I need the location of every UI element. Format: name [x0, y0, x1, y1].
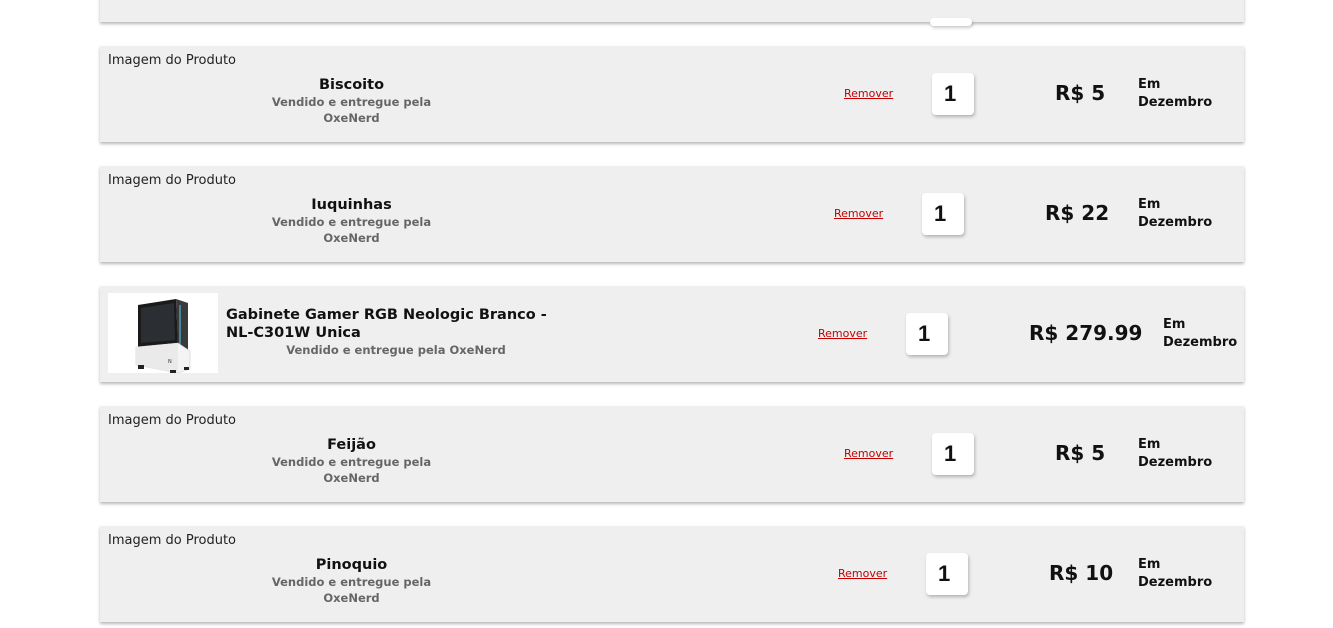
quantity-box-partial — [930, 18, 972, 26]
product-seller: Vendido e entregue pela OxeNerd — [271, 575, 432, 605]
product-price: R$ 5 — [1055, 441, 1106, 465]
quantity-input[interactable]: 1 — [932, 73, 974, 115]
product-name: Feijão — [327, 437, 376, 453]
quantity-input[interactable]: 1 — [922, 193, 964, 235]
product-info: Gabinete Gamer RGB Neologic Branco - NL-… — [226, 306, 566, 358]
quantity-input[interactable]: 1 — [926, 553, 968, 595]
quantity-input[interactable]: 1 — [906, 313, 948, 355]
pc-case-icon: N — [108, 293, 218, 374]
product-name: Pinoquio — [315, 557, 388, 573]
product-seller: Vendido e entregue pela OxeNerd — [271, 95, 432, 125]
product-image: Imagem do Produto — [108, 173, 237, 188]
product-seller: Vendido e entregue pela OxeNerd — [271, 215, 432, 245]
product-price: R$ 22 — [1045, 201, 1110, 225]
product-name: Iuquinhas — [311, 197, 392, 213]
product-image: Imagem do Produto — [108, 53, 237, 68]
product-seller: Vendido e entregue pela OxeNerd — [271, 455, 432, 485]
product-info: Iuquinhas Vendido e entregue pela OxeNer… — [250, 196, 453, 246]
remove-button[interactable]: Remover — [844, 447, 893, 460]
cart-page: Imagem do Produto Biscoito Vendido e ent… — [0, 0, 1333, 628]
remove-button[interactable]: Remover — [838, 567, 887, 580]
product-image: Imagem do Produto — [108, 413, 237, 428]
svg-text:N: N — [168, 359, 172, 365]
delivery-estimate: Em Dezembro — [1163, 317, 1238, 350]
remove-button[interactable]: Remover — [818, 327, 867, 340]
delivery-estimate: Em Dezembro — [1138, 557, 1213, 590]
product-price: R$ 10 — [1049, 561, 1114, 585]
product-info: Feijão Vendido e entregue pela OxeNerd — [250, 436, 453, 486]
remove-button[interactable]: Remover — [844, 87, 893, 100]
delivery-estimate: Em Dezembro — [1138, 437, 1213, 470]
product-price: R$ 5 — [1055, 81, 1106, 105]
cart-item: Imagem do Produto Feijão Vendido e entre… — [100, 406, 1244, 502]
delivery-estimate: Em Dezembro — [1138, 197, 1213, 230]
product-info: Pinoquio Vendido e entregue pela OxeNerd — [250, 556, 453, 606]
cart-item: N Gabinete Gamer RGB Neologic Branco - N… — [100, 286, 1244, 382]
product-seller: Vendido e entregue pela OxeNerd — [286, 343, 506, 357]
product-name: Gabinete Gamer RGB Neologic Branco - NL-… — [226, 307, 547, 341]
quantity-input[interactable]: 1 — [932, 433, 974, 475]
product-image: N — [108, 293, 218, 374]
delivery-estimate: Em Dezembro — [1138, 77, 1213, 110]
cart-item: Imagem do Produto Biscoito Vendido e ent… — [100, 46, 1244, 142]
product-name: Biscoito — [318, 77, 385, 93]
product-info: Biscoito Vendido e entregue pela OxeNerd — [250, 76, 453, 126]
product-price: R$ 279.99 — [1029, 321, 1143, 345]
cart-item-partial — [100, 0, 1244, 26]
cart-item: Imagem do Produto Iuquinhas Vendido e en… — [100, 166, 1244, 262]
product-image: Imagem do Produto — [108, 533, 237, 548]
remove-button[interactable]: Remover — [834, 207, 883, 220]
cart-item: Imagem do Produto Pinoquio Vendido e ent… — [100, 526, 1244, 622]
